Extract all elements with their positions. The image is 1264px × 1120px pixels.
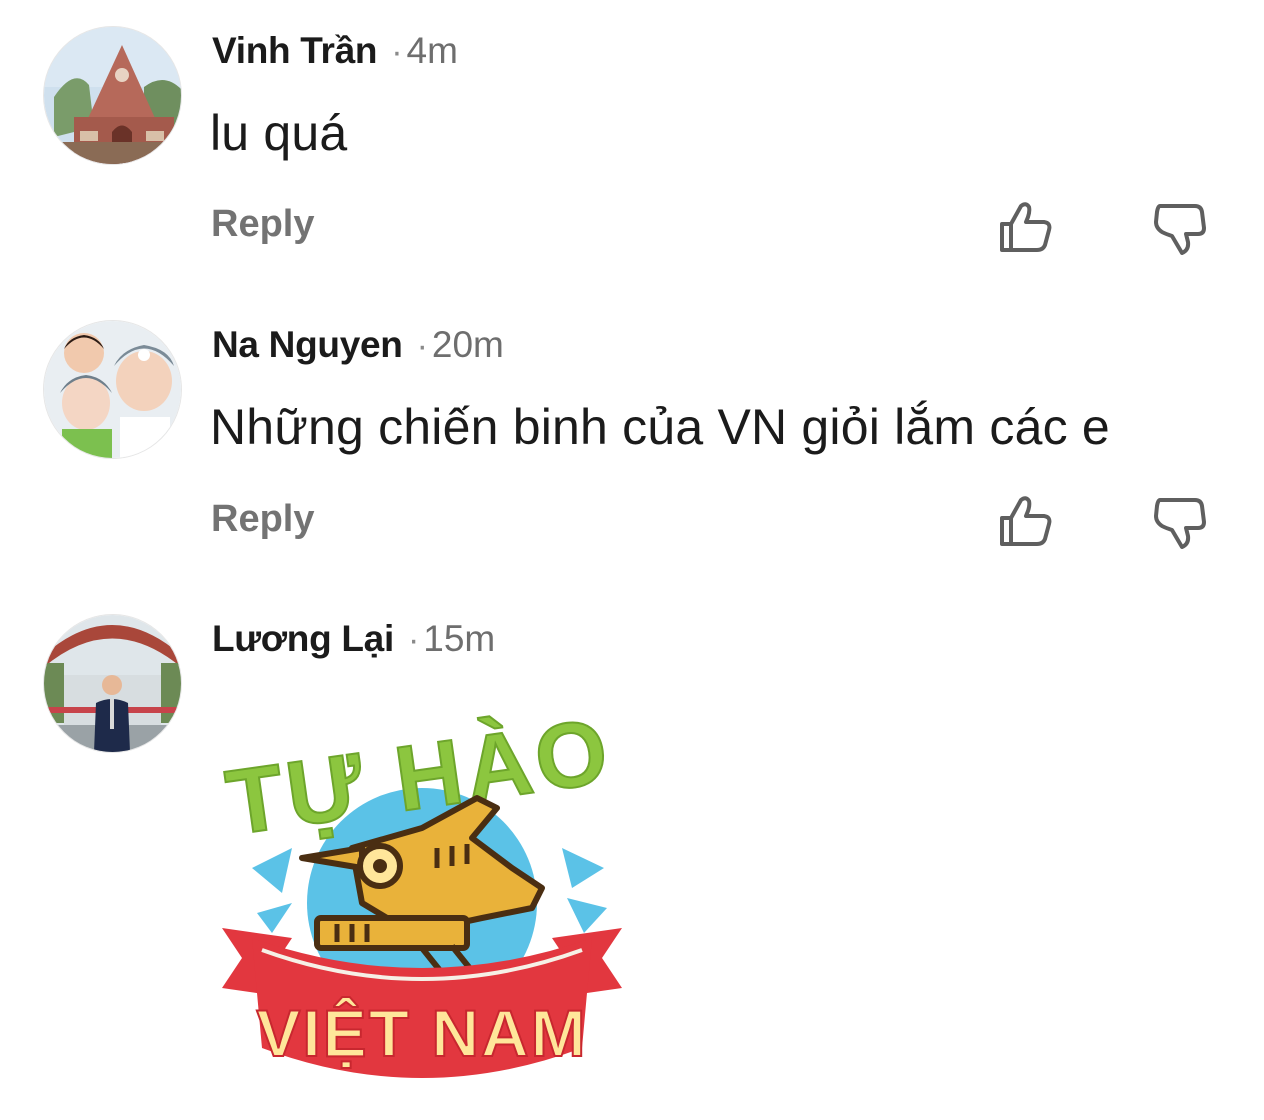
sticker-banner-text: VIỆT NAM	[256, 996, 587, 1070]
man-in-suit-photo-avatar	[44, 615, 181, 752]
avatar[interactable]	[43, 26, 182, 165]
avatar[interactable]	[43, 614, 182, 753]
comment-header: Vinh Trần · 4m	[212, 30, 458, 72]
reply-button[interactable]: Reply	[211, 498, 314, 541]
separator-dot: ·	[391, 33, 403, 71]
author-name[interactable]: Vinh Trần	[212, 30, 378, 71]
like-button[interactable]	[996, 198, 1056, 258]
thumbs-up-icon	[1000, 202, 1052, 252]
timestamp: 4m	[406, 30, 458, 71]
author-name[interactable]: Lương Lại	[212, 618, 394, 659]
thumbs-up-icon	[1000, 496, 1052, 546]
sticker-image[interactable]: TỰ HÀO VIỆT NAM	[212, 688, 632, 1108]
separator-dot: ·	[416, 327, 428, 365]
comment-text: Những chiến binh của VN giỏi lắm các e	[210, 399, 1110, 455]
like-button[interactable]	[996, 492, 1056, 552]
thumbs-down-icon	[1154, 498, 1206, 549]
timestamp: 15m	[423, 618, 496, 659]
dislike-button[interactable]	[1150, 492, 1210, 552]
comment-header: Na Nguyen · 20m	[212, 324, 504, 366]
author-name[interactable]: Na Nguyen	[212, 324, 403, 365]
thumbs-down-icon	[1154, 204, 1206, 255]
comment-text: lu quá	[210, 105, 348, 161]
avatar[interactable]	[43, 320, 182, 459]
church-photo-avatar	[44, 27, 181, 164]
separator-dot: ·	[407, 621, 420, 659]
lac-bird-sticker: TỰ HÀO VIỆT NAM	[220, 699, 622, 1078]
family-photo-avatar	[44, 321, 181, 458]
dislike-button[interactable]	[1150, 198, 1210, 258]
timestamp: 20m	[431, 324, 504, 365]
reply-button[interactable]: Reply	[211, 203, 314, 246]
comment-header: Lương Lại · 15m	[212, 618, 495, 660]
